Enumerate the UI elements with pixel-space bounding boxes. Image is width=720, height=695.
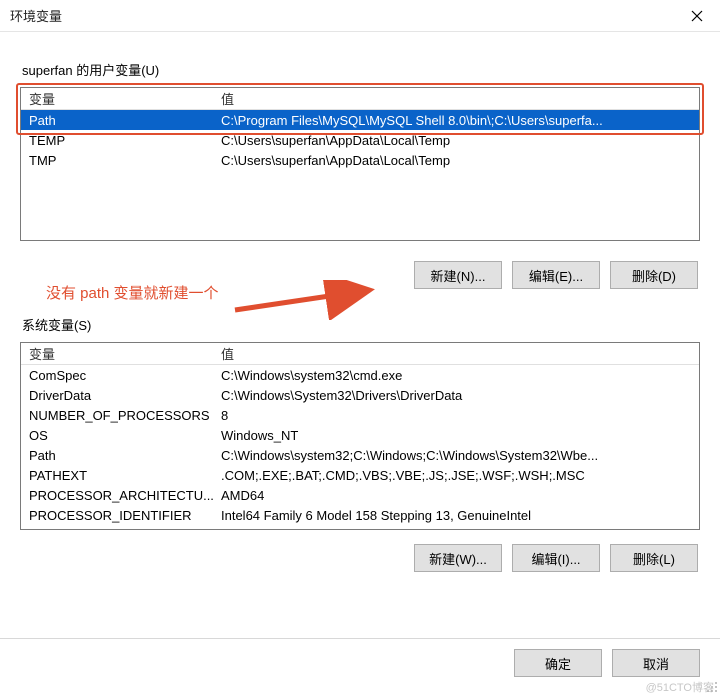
close-icon[interactable] xyxy=(682,1,712,31)
cell-variable: Path xyxy=(21,448,215,463)
cell-variable: TEMP xyxy=(21,133,215,148)
user-edit-button[interactable]: 编辑(E)... xyxy=(512,261,600,289)
cell-variable: PROCESSOR_ARCHITECTU... xyxy=(21,488,215,503)
dialog-footer-buttons: 确定 取消 xyxy=(514,649,700,677)
user-vars-listbox[interactable]: 变量 值 Path C:\Program Files\MySQL\MySQL S… xyxy=(20,87,700,241)
sys-edit-button[interactable]: 编辑(I)... xyxy=(512,544,600,572)
cell-value: .COM;.EXE;.BAT;.CMD;.VBS;.VBE;.JS;.JSE;.… xyxy=(215,468,699,483)
table-row[interactable]: NUMBER_OF_PROCESSORS 8 xyxy=(21,405,699,425)
table-row[interactable]: TMP C:\Users\superfan\AppData\Local\Temp xyxy=(21,150,699,170)
col-header-value[interactable]: 值 xyxy=(215,344,699,363)
table-row[interactable]: PATHEXT .COM;.EXE;.BAT;.CMD;.VBS;.VBE;.J… xyxy=(21,465,699,485)
table-row[interactable]: PROCESSOR_IDENTIFIER Intel64 Family 6 Mo… xyxy=(21,505,699,525)
cell-variable: NUMBER_OF_PROCESSORS xyxy=(21,408,215,423)
cancel-button[interactable]: 取消 xyxy=(612,649,700,677)
user-vars-buttons: 新建(N)... 编辑(E)... 删除(D) xyxy=(20,261,698,289)
sys-vars-buttons: 新建(W)... 编辑(I)... 删除(L) xyxy=(20,544,698,572)
cell-variable: Path xyxy=(21,113,215,128)
table-row[interactable]: DriverData C:\Windows\System32\Drivers\D… xyxy=(21,385,699,405)
col-header-variable[interactable]: 变量 xyxy=(21,344,215,363)
table-row[interactable]: ComSpec C:\Windows\system32\cmd.exe xyxy=(21,365,699,385)
user-vars-label: superfan 的用户变量(U) xyxy=(22,60,700,79)
cell-value: C:\Windows\system32;C:\Windows;C:\Window… xyxy=(215,448,699,463)
cell-variable: PROCESSOR_IDENTIFIER xyxy=(21,508,215,523)
table-row[interactable]: Path C:\Program Files\MySQL\MySQL Shell … xyxy=(21,110,699,130)
cell-value: C:\Windows\system32\cmd.exe xyxy=(215,368,699,383)
user-new-button[interactable]: 新建(N)... xyxy=(414,261,502,289)
cell-variable: ComSpec xyxy=(21,368,215,383)
sys-vars-header[interactable]: 变量 值 xyxy=(21,343,699,365)
cell-variable: OS xyxy=(21,428,215,443)
user-vars-header[interactable]: 变量 值 xyxy=(21,88,699,110)
cell-value: C:\Users\superfan\AppData\Local\Temp xyxy=(215,133,699,148)
cell-value: C:\Windows\System32\Drivers\DriverData xyxy=(215,388,699,403)
table-row[interactable]: TEMP C:\Users\superfan\AppData\Local\Tem… xyxy=(21,130,699,150)
titlebar: 环境变量 xyxy=(0,0,720,32)
table-row[interactable]: PROCESSOR_ARCHITECTU... AMD64 xyxy=(21,485,699,505)
sys-new-button[interactable]: 新建(W)... xyxy=(414,544,502,572)
col-header-value[interactable]: 值 xyxy=(215,89,699,108)
sys-vars-listbox[interactable]: 变量 值 ComSpec C:\Windows\system32\cmd.exe… xyxy=(20,342,700,530)
col-header-variable[interactable]: 变量 xyxy=(21,89,215,108)
cell-variable: PATHEXT xyxy=(21,468,215,483)
sys-delete-button[interactable]: 删除(L) xyxy=(610,544,698,572)
cell-value: C:\Users\superfan\AppData\Local\Temp xyxy=(215,153,699,168)
footer-separator xyxy=(0,638,720,639)
cell-value: AMD64 xyxy=(215,488,699,503)
cell-value: Windows_NT xyxy=(215,428,699,443)
cell-value: Intel64 Family 6 Model 158 Stepping 13, … xyxy=(215,508,699,523)
resize-grip-icon[interactable] xyxy=(704,679,718,693)
ok-button[interactable]: 确定 xyxy=(514,649,602,677)
cell-value: C:\Program Files\MySQL\MySQL Shell 8.0\b… xyxy=(215,113,699,128)
window-title: 环境变量 xyxy=(10,6,62,25)
table-row[interactable]: Path C:\Windows\system32;C:\Windows;C:\W… xyxy=(21,445,699,465)
user-delete-button[interactable]: 删除(D) xyxy=(610,261,698,289)
client-area: superfan 的用户变量(U) 变量 值 Path C:\Program F… xyxy=(0,32,720,695)
cell-variable: DriverData xyxy=(21,388,215,403)
table-row[interactable]: OS Windows_NT xyxy=(21,425,699,445)
cell-value: 8 xyxy=(215,408,699,423)
sys-vars-label: 系统变量(S) xyxy=(22,315,700,334)
cell-variable: TMP xyxy=(21,153,215,168)
